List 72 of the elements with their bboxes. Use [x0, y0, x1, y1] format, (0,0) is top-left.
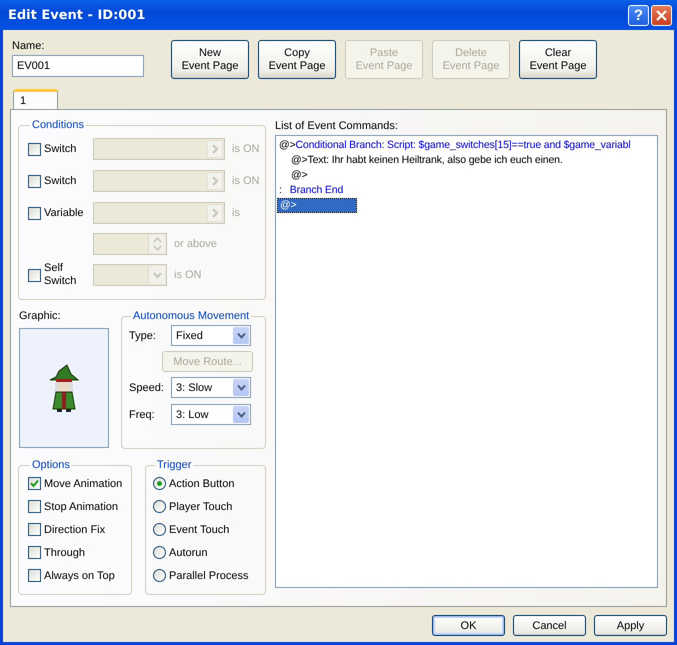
checkbox[interactable] — [28, 268, 41, 282]
commands-label: List of Event Commands: — [275, 120, 399, 132]
condition-suffix: is ON — [232, 175, 260, 187]
character-sprite-drawing — [47, 363, 81, 413]
self-switch-dropdown[interactable] — [93, 264, 167, 286]
command-line[interactable]: @>Conditional Branch: Script: $game_switches[15]==true and $game_variabl — [277, 138, 656, 153]
checkbox[interactable] — [28, 523, 41, 536]
radio-label: Event Touch — [169, 524, 230, 536]
command-line[interactable]: @>Text: Ihr habt keinen Heiltrank, also gebe ich euch einen. — [277, 153, 656, 168]
radio-label: Parallel Process — [169, 570, 248, 582]
checkbox[interactable] — [28, 546, 41, 559]
condition-suffix: is — [232, 207, 240, 219]
checkbox-label: Move Animation — [44, 478, 122, 490]
checkbox-label: Switch — [44, 174, 76, 188]
picker-button-icon — [207, 140, 223, 158]
dropdown[interactable]: Fixed — [171, 325, 251, 346]
radio-button[interactable] — [153, 523, 166, 536]
checkbox[interactable] — [28, 500, 41, 513]
close-button[interactable] — [651, 4, 672, 26]
graphic-label: Graphic: — [19, 310, 62, 322]
command-line[interactable]: @> — [277, 168, 656, 183]
spinner-arrows-icon — [148, 235, 165, 253]
checkbox[interactable] — [28, 174, 41, 188]
name-label: Name: — [12, 40, 46, 52]
radio-label: Action Button — [169, 478, 234, 490]
command-line[interactable]: : Branch End — [277, 183, 656, 198]
radio-button[interactable] — [153, 500, 166, 513]
switch-picker[interactable] — [93, 170, 225, 192]
window-title: Edit Event - ID:001 — [8, 8, 146, 22]
checkbox[interactable] — [28, 477, 41, 490]
switch-picker[interactable] — [93, 202, 225, 224]
graphic-preview[interactable] — [19, 328, 109, 448]
dialog-button[interactable]: Cancel — [513, 615, 586, 636]
dialog-button[interactable]: Apply — [594, 615, 667, 636]
event-page-button[interactable]: Copy Event Page — [258, 40, 336, 79]
field-label: Type: — [129, 330, 157, 342]
checkbox-label: Variable — [44, 206, 84, 220]
picker-button-icon — [207, 172, 223, 190]
event-page-button[interactable]: New Event Page — [171, 40, 249, 79]
dropdown[interactable]: 3: Low — [171, 404, 251, 425]
picker-button-icon — [207, 204, 223, 222]
dialog-button[interactable]: OK — [432, 615, 505, 636]
radio-button[interactable] — [153, 546, 166, 559]
checkbox-label: Switch — [44, 142, 76, 156]
switch-picker[interactable] — [93, 138, 225, 160]
checkbox[interactable] — [28, 569, 41, 582]
radio-label: Player Touch — [169, 500, 232, 512]
radio-button[interactable] — [153, 477, 166, 490]
condition-suffix: is ON — [232, 143, 260, 155]
event-page-button[interactable]: Clear Event Page — [519, 40, 597, 79]
radio-label: Autorun — [169, 546, 208, 558]
group-title: Options — [31, 459, 71, 471]
condition-suffix: or above — [174, 238, 217, 250]
radio-button[interactable] — [153, 569, 166, 582]
checkbox-label: Stop Animation — [44, 500, 118, 512]
group-title: Autonomous Movement — [132, 310, 250, 322]
checkbox[interactable] — [28, 206, 41, 220]
group-title: Trigger — [156, 459, 192, 471]
checkbox[interactable] — [28, 142, 41, 156]
field-label: Speed: — [129, 382, 165, 394]
checkbox-label: Through — [44, 546, 85, 558]
checkbox-label: Always on Top — [44, 570, 115, 582]
group-title: Conditions — [31, 119, 85, 131]
condition-suffix: is ON — [174, 269, 202, 281]
page-tab[interactable]: 1 — [13, 89, 58, 109]
dropdown[interactable]: 3: Slow — [171, 377, 251, 398]
checkbox-label: Self Switch — [44, 262, 76, 288]
field-label: Freq: — [129, 408, 156, 420]
name-field[interactable]: EV001 — [12, 55, 144, 77]
checkbox-label: Direction Fix — [44, 524, 106, 536]
help-button[interactable]: ? — [628, 4, 649, 26]
close-icon — [655, 8, 668, 22]
